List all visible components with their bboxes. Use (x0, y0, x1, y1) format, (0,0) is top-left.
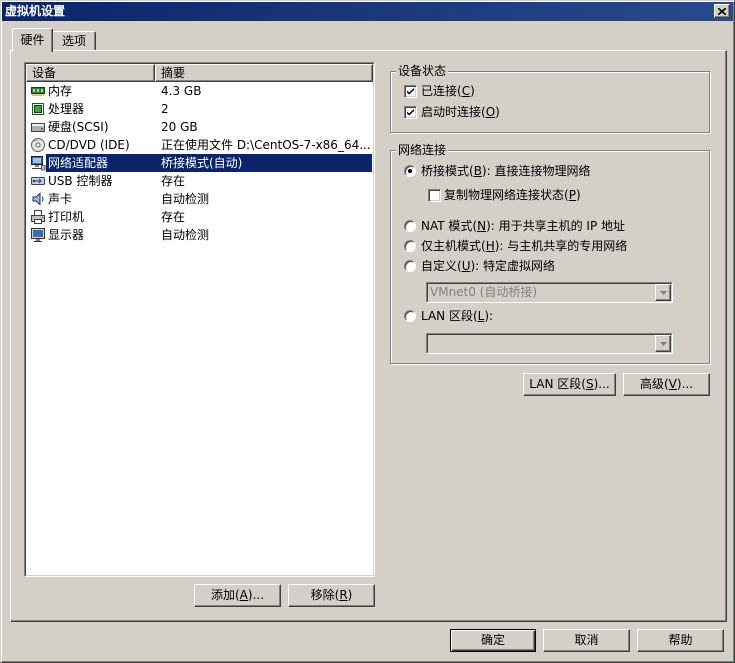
checkmark-icon (407, 109, 414, 116)
custom-radio[interactable] (404, 260, 416, 272)
custom-label[interactable]: 自定义(U): 特定虚拟网络 (421, 259, 555, 273)
device-row-display[interactable]: 显示器 自动检测 (26, 226, 373, 244)
display-icon (30, 227, 46, 243)
replicate-state-checkbox[interactable] (428, 189, 441, 202)
column-header-device[interactable]: 设备 (26, 64, 155, 82)
device-summary: 存在 (161, 210, 186, 224)
device-row-hard-disk[interactable]: 硬盘(SCSI) 20 GB (26, 118, 373, 136)
device-row-usb-controller[interactable]: USB 控制器 存在 (26, 172, 373, 190)
replicate-state-label[interactable]: 复制物理网络连接状态(P) (444, 188, 581, 202)
device-summary: 2 (161, 102, 169, 116)
checkmark-icon (407, 88, 414, 95)
connected-checkbox[interactable] (404, 85, 417, 98)
device-summary: 自动检测 (161, 192, 210, 206)
device-name: 打印机 (48, 210, 85, 224)
dropdown-button[interactable] (655, 335, 671, 352)
device-row-sound-card[interactable]: 声卡 自动检测 (26, 190, 373, 208)
device-summary: 4.3 GB (161, 84, 202, 98)
nat-radio[interactable] (404, 220, 416, 232)
tab-options[interactable]: 选项 (52, 31, 96, 50)
device-list-body: 设备 摘要 内存 4.3 GB 处理器 2 硬盘(SCSI) 20 GB CD/… (25, 63, 374, 576)
network-adapter-icon (30, 155, 46, 171)
lan-segments-button[interactable]: LAN 区段(S)... (523, 373, 616, 396)
device-name: USB 控制器 (48, 174, 113, 188)
device-row-network-adapter[interactable]: 网络适配器 桥接模式(自动) (26, 154, 373, 172)
device-name: 显示器 (48, 228, 85, 242)
usb-icon (30, 173, 46, 189)
connect-at-power-on-label[interactable]: 启动时连接(O) (421, 105, 500, 119)
dropdown-button[interactable] (655, 284, 671, 301)
lan-segment-select[interactable] (426, 333, 673, 354)
host-only-label[interactable]: 仅主机模式(H): 与主机共享的专用网络 (421, 239, 627, 253)
host-only-radio[interactable] (404, 240, 416, 252)
connected-label[interactable]: 已连接(C) (421, 84, 475, 98)
lan-segment-radio[interactable] (404, 310, 416, 322)
device-row-cd-dvd[interactable]: CD/DVD (IDE) 正在使用文件 D:\CentOS-7-x86_64..… (26, 136, 373, 154)
cd-dvd-icon (30, 137, 46, 153)
title-bar[interactable]: 虚拟机设置 (2, 2, 733, 21)
advanced-button[interactable]: 高级(V)... (623, 373, 710, 396)
bridged-label[interactable]: 桥接模式(B): 直接连接物理网络 (421, 164, 590, 178)
tab-label: 选项 (61, 34, 86, 48)
device-name: 处理器 (48, 102, 85, 116)
close-button[interactable] (714, 4, 730, 18)
memory-icon (30, 83, 46, 99)
device-row-processor[interactable]: 处理器 2 (26, 100, 373, 118)
device-name: CD/DVD (IDE) (48, 138, 130, 152)
chevron-down-icon (659, 341, 667, 346)
add-device-button[interactable]: 添加(A)... (194, 584, 281, 607)
cancel-button[interactable]: 取消 (543, 629, 630, 652)
device-name: 内存 (48, 84, 73, 98)
device-name: 声卡 (48, 192, 73, 206)
custom-network-value: VMnet0 (自动桥接) (430, 285, 538, 299)
sound-card-icon (30, 191, 46, 207)
device-summary: 正在使用文件 D:\CentOS-7-x86_64... (161, 138, 371, 152)
tab-label: 硬件 (20, 33, 45, 47)
ok-button[interactable]: 确定 (450, 629, 536, 652)
network-connection-title: 网络连接 (396, 143, 449, 157)
network-connection-group (390, 150, 710, 364)
column-header-summary[interactable]: 摘要 (155, 64, 373, 82)
device-row-printer[interactable]: 打印机 存在 (26, 208, 373, 226)
device-name: 硬盘(SCSI) (48, 120, 109, 134)
device-row-memory[interactable]: 内存 4.3 GB (26, 82, 373, 100)
close-icon (718, 7, 726, 15)
radio-dot (408, 169, 412, 173)
device-summary: 存在 (161, 174, 186, 188)
bridged-radio[interactable] (404, 165, 416, 177)
device-summary: 20 GB (161, 120, 198, 134)
help-button[interactable]: 帮助 (637, 629, 724, 652)
nat-label[interactable]: NAT 模式(N): 用于共享主机的 IP 地址 (421, 219, 625, 233)
device-status-group (390, 71, 710, 133)
chevron-down-icon (659, 290, 667, 295)
device-status-title: 设备状态 (396, 64, 449, 78)
custom-network-select[interactable]: VMnet0 (自动桥接) (426, 282, 673, 303)
window-title: 虚拟机设置 (5, 4, 66, 18)
connect-at-power-on-checkbox[interactable] (404, 106, 417, 119)
device-name: 网络适配器 (48, 156, 109, 170)
device-summary: 桥接模式(自动) (161, 156, 243, 170)
processor-icon (30, 101, 46, 117)
hard-disk-icon (30, 119, 46, 135)
printer-icon (30, 209, 46, 225)
lan-segment-label[interactable]: LAN 区段(L): (421, 309, 493, 323)
remove-device-button[interactable]: 移除(R) (288, 584, 375, 607)
device-summary: 自动检测 (161, 228, 210, 242)
tab-hardware[interactable]: 硬件 (12, 28, 53, 52)
device-list[interactable]: 设备 摘要 内存 4.3 GB 处理器 2 硬盘(SCSI) 20 GB CD/… (24, 62, 375, 577)
